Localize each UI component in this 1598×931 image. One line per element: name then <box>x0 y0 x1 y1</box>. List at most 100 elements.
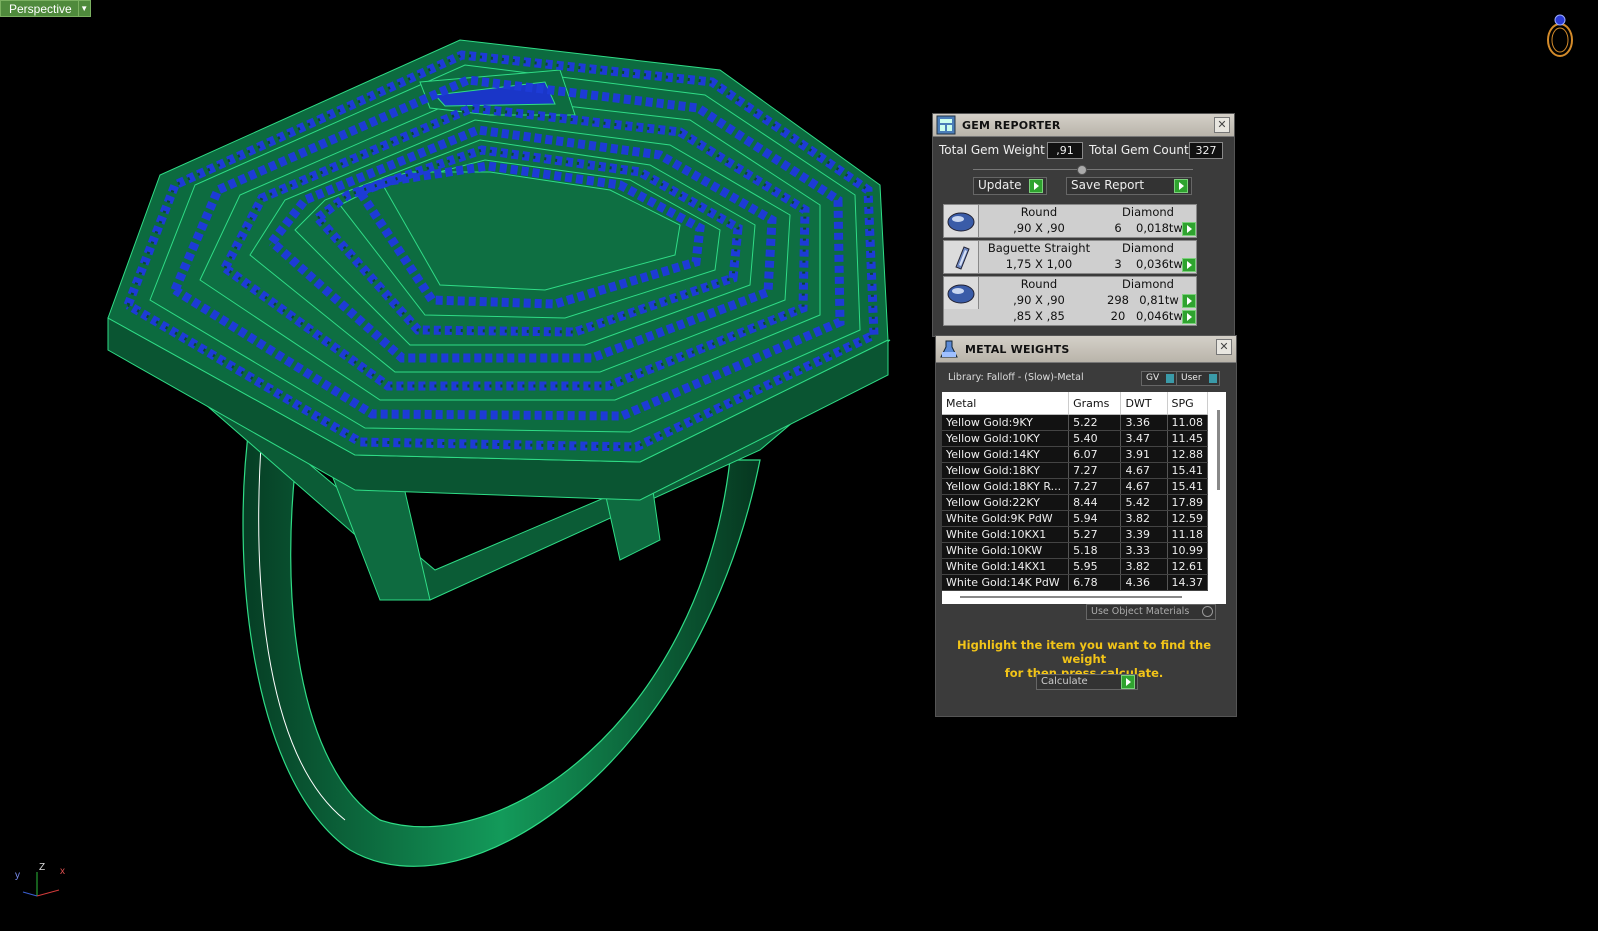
gem-material: Diamond <box>1122 205 1174 219</box>
toggle-indicator-icon <box>1166 374 1174 383</box>
metal-weights-header[interactable]: METAL WEIGHTS ✕ <box>936 336 1236 363</box>
calculate-label: Calculate <box>1041 676 1088 687</box>
gem-reporter-panel: GEM REPORTER ✕ Total Gem Weight ,91 Tota… <box>932 113 1235 337</box>
gem-shape: Round <box>1020 205 1058 219</box>
gem-row[interactable]: Round Diamond ,90 X ,90 298 0,81tw ,85 X… <box>943 276 1197 326</box>
metal-spg: 15.41 <box>1167 462 1208 479</box>
gem-weight: 0,81tw <box>1139 293 1179 307</box>
metal-spg: 14.37 <box>1167 574 1208 591</box>
metal-spg: 11.18 <box>1167 526 1208 543</box>
metal-name: Yellow Gold:9KY <box>942 414 1070 431</box>
metal-spg: 15.41 <box>1167 478 1208 495</box>
gem-reporter-title: GEM REPORTER <box>962 118 1061 132</box>
metal-dwt: 3.82 <box>1120 558 1168 575</box>
gem-weight: 0,018tw <box>1136 221 1183 235</box>
table-row[interactable]: White Gold:14KX1 5.95 3.82 12.61 <box>942 558 1208 575</box>
table-row[interactable]: Yellow Gold:10KY 5.40 3.47 11.45 <box>942 430 1208 447</box>
ring-model[interactable] <box>0 0 1598 931</box>
metal-grams: 7.27 <box>1068 478 1122 495</box>
metal-name: Yellow Gold:14KY <box>942 446 1070 463</box>
use-object-materials-label: Use Object Materials <box>1091 606 1190 617</box>
gem-size: ,90 X ,90 <box>1013 221 1065 235</box>
gem-count: 298 <box>1107 293 1129 307</box>
metal-dwt: 3.91 <box>1120 446 1168 463</box>
ring-outline-icon[interactable] <box>1540 10 1580 60</box>
axis-icon <box>22 872 60 897</box>
gem-weight: 0,046tw <box>1136 309 1183 323</box>
table-row[interactable]: White Gold:10KW 5.18 3.33 10.99 <box>942 542 1208 559</box>
close-icon[interactable]: ✕ <box>1214 117 1230 133</box>
table-row[interactable]: White Gold:10KX1 5.27 3.39 11.18 <box>942 526 1208 543</box>
column-header-metal[interactable]: Metal <box>942 392 1070 415</box>
save-report-button[interactable]: Save Report <box>1066 177 1192 195</box>
gem-reporter-header[interactable]: GEM REPORTER ✕ <box>933 114 1234 137</box>
play-icon[interactable] <box>1182 222 1196 236</box>
gv-label: GV <box>1146 373 1160 383</box>
hint-line-1: Highlight the item you want to find the … <box>957 638 1211 666</box>
metal-dwt: 3.39 <box>1120 526 1168 543</box>
table-row[interactable]: Yellow Gold:22KY 8.44 5.42 17.89 <box>942 494 1208 511</box>
metal-dwt: 3.33 <box>1120 542 1168 559</box>
library-label: Library: Falloff - (Slow)-Metal <box>948 372 1084 383</box>
play-icon[interactable] <box>1121 675 1135 689</box>
metal-grams: 5.94 <box>1068 510 1122 527</box>
metal-spg: 12.59 <box>1167 510 1208 527</box>
table-row[interactable]: Yellow Gold:18KY 7.27 4.67 15.41 <box>942 462 1208 479</box>
close-icon[interactable]: ✕ <box>1216 339 1232 355</box>
calculate-button[interactable]: Calculate <box>1036 674 1138 690</box>
metal-dwt: 4.67 <box>1120 462 1168 479</box>
gem-count: 6 <box>1114 221 1122 235</box>
radio-icon[interactable] <box>1202 606 1213 617</box>
total-weight-label: Total Gem Weight <box>939 143 1045 157</box>
vertical-scrollbar[interactable] <box>1217 410 1220 490</box>
play-icon[interactable] <box>1182 258 1196 272</box>
axis-z-label: Z <box>39 862 46 873</box>
metal-spg: 10.99 <box>1167 542 1208 559</box>
metal-dwt: 4.67 <box>1120 478 1168 495</box>
table-row[interactable]: White Gold:9K PdW 5.94 3.82 12.59 <box>942 510 1208 527</box>
use-object-materials-dropdown[interactable]: Use Object Materials <box>1086 604 1216 620</box>
metal-spg: 12.88 <box>1167 446 1208 463</box>
gem-row[interactable]: Round Diamond ,90 X ,90 6 0,018tw <box>943 204 1197 238</box>
gem-weight: 0,036tw <box>1136 257 1183 271</box>
user-label: User <box>1181 373 1202 383</box>
3d-viewport[interactable]: Perspective ▼ Z y x <box>0 0 1598 931</box>
gem-material: Diamond <box>1122 241 1174 255</box>
metal-spg: 11.45 <box>1167 430 1208 447</box>
metal-grams: 6.07 <box>1068 446 1122 463</box>
update-button[interactable]: Update <box>973 177 1047 195</box>
axis-x-label: x <box>60 866 65 877</box>
column-header-grams[interactable]: Grams <box>1068 392 1122 415</box>
metal-grams: 8.44 <box>1068 494 1122 511</box>
round-gem-icon <box>944 277 979 309</box>
axis-y-label: y <box>15 870 20 881</box>
table-header-row: Metal Grams DWT SPG <box>942 392 1208 415</box>
gem-row[interactable]: Baguette Straight Diamond 1,75 X 1,00 3 … <box>943 240 1197 274</box>
table-row[interactable]: Yellow Gold:14KY 6.07 3.91 12.88 <box>942 446 1208 463</box>
column-header-dwt[interactable]: DWT <box>1120 392 1168 415</box>
metal-name: White Gold:14K PdW <box>942 574 1070 591</box>
metal-grams: 5.18 <box>1068 542 1122 559</box>
table-row[interactable]: Yellow Gold:9KY 5.22 3.36 11.08 <box>942 414 1208 431</box>
play-icon[interactable] <box>1182 294 1196 308</box>
metal-grams: 5.22 <box>1068 414 1122 431</box>
user-toggle[interactable]: User <box>1176 371 1220 386</box>
metal-name: Yellow Gold:10KY <box>942 430 1070 447</box>
metal-grams: 6.78 <box>1068 574 1122 591</box>
metal-dwt: 3.82 <box>1120 510 1168 527</box>
table-row[interactable]: Yellow Gold:18KY R... 7.27 4.67 15.41 <box>942 478 1208 495</box>
column-header-spg[interactable]: SPG <box>1167 392 1208 415</box>
splitter-handle[interactable] <box>1077 165 1087 175</box>
table-row[interactable]: White Gold:14K PdW 6.78 4.36 14.37 <box>942 574 1208 591</box>
play-icon[interactable] <box>1174 179 1188 193</box>
gem-material: Diamond <box>1122 277 1174 291</box>
gem-reporter-icon <box>936 115 956 135</box>
play-icon[interactable] <box>1182 310 1196 324</box>
total-count-label: Total Gem Count <box>1089 143 1189 157</box>
save-report-label: Save Report <box>1071 178 1145 192</box>
gem-shape: Round <box>1020 277 1058 291</box>
metal-grams: 5.27 <box>1068 526 1122 543</box>
horizontal-scrollbar[interactable] <box>960 596 1182 598</box>
gv-toggle[interactable]: GV <box>1141 371 1177 386</box>
play-icon[interactable] <box>1029 179 1043 193</box>
